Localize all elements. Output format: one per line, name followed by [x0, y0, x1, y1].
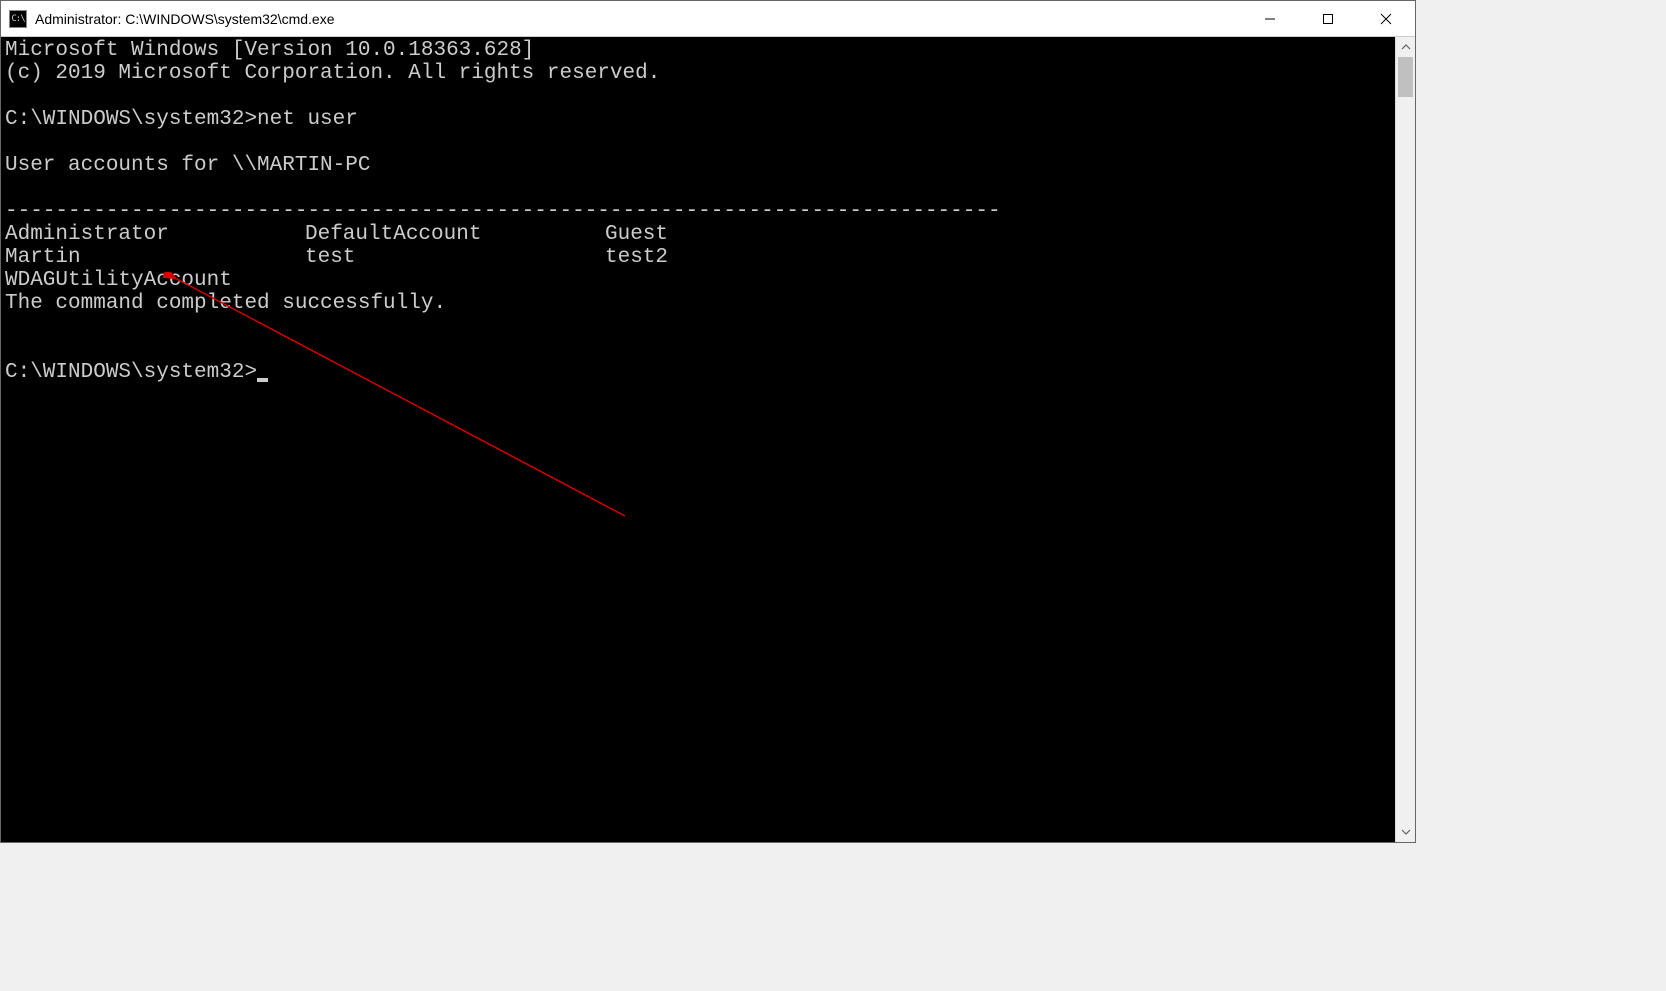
close-icon [1380, 13, 1392, 25]
scroll-down-arrow[interactable] [1396, 822, 1415, 842]
chevron-down-icon [1401, 829, 1411, 835]
minimize-button[interactable] [1241, 1, 1299, 36]
prompt: C:\WINDOWS\system32> [5, 108, 257, 131]
content-area: Microsoft Windows [Version 10.0.18363.62… [1, 37, 1415, 842]
maximize-icon [1322, 13, 1334, 25]
window-title: Administrator: C:\WINDOWS\system32\cmd.e… [35, 11, 1241, 27]
user-account: WDAGUtilityAccount [5, 269, 305, 292]
user-account: DefaultAccount [305, 223, 605, 246]
user-row: Martintesttest2 [5, 246, 1391, 269]
cmd-icon: C:\ [9, 10, 27, 28]
cmd-window: C:\ Administrator: C:\WINDOWS\system32\c… [0, 0, 1416, 843]
user-account: test [305, 246, 605, 269]
output-header: User accounts for \\MARTIN-PC [5, 154, 370, 177]
user-row: WDAGUtilityAccount [5, 269, 1391, 292]
completion-message: The command completed successfully. [5, 292, 446, 315]
window-controls [1241, 1, 1415, 36]
chevron-up-icon [1401, 44, 1411, 50]
vertical-scrollbar[interactable] [1395, 37, 1415, 842]
separator-line: ----------------------------------------… [5, 200, 1001, 223]
maximize-button[interactable] [1299, 1, 1357, 36]
titlebar[interactable]: C:\ Administrator: C:\WINDOWS\system32\c… [1, 1, 1415, 37]
command-text: net user [257, 108, 358, 131]
scroll-track[interactable] [1396, 57, 1415, 822]
cursor [257, 378, 268, 382]
close-button[interactable] [1357, 1, 1415, 36]
version-line: Microsoft Windows [Version 10.0.18363.62… [5, 39, 534, 62]
scroll-up-arrow[interactable] [1396, 37, 1415, 57]
user-account: Guest [605, 223, 905, 246]
scroll-thumb[interactable] [1398, 57, 1413, 97]
user-account: Administrator [5, 223, 305, 246]
user-row: AdministratorDefaultAccountGuest [5, 223, 1391, 246]
user-account: test2 [605, 246, 905, 269]
prompt: C:\WINDOWS\system32> [5, 361, 257, 384]
minimize-icon [1264, 13, 1276, 25]
user-account: Martin [5, 246, 305, 269]
terminal-output[interactable]: Microsoft Windows [Version 10.0.18363.62… [1, 37, 1395, 842]
copyright-line: (c) 2019 Microsoft Corporation. All righ… [5, 62, 660, 85]
